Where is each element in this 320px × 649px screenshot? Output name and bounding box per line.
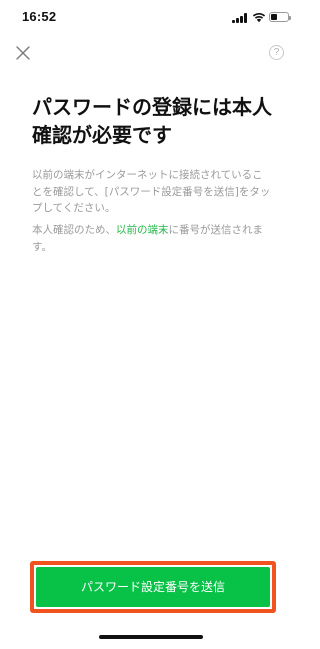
battery-cap [289, 16, 291, 20]
connection-instruction: 以前の端末がインターネットに接続されていることを確認して、[パスワード設定番号を… [32, 169, 271, 214]
wifi-icon [252, 12, 266, 23]
verification-note-prefix: 本人確認のため、 [32, 224, 116, 236]
help-icon: ? [273, 47, 280, 58]
status-bar: 16:52 [0, 0, 300, 34]
send-password-code-button[interactable]: パスワード設定番号を送信 [36, 567, 270, 607]
status-time: 16:52 [22, 9, 57, 24]
battery-icon [269, 12, 291, 22]
home-indicator [99, 635, 203, 639]
help-button[interactable]: ? [269, 45, 284, 60]
verification-note: 本人確認のため、以前の端末に番号が送信されます。 [32, 222, 272, 255]
battery-level [271, 14, 278, 20]
cellular-signal-icon [232, 13, 248, 23]
page-title: パスワードの登録には本人確認が必要です [32, 95, 272, 147]
previous-device-link[interactable]: 以前の端末 [116, 224, 169, 236]
close-button[interactable] [12, 42, 34, 64]
close-icon [16, 46, 30, 60]
